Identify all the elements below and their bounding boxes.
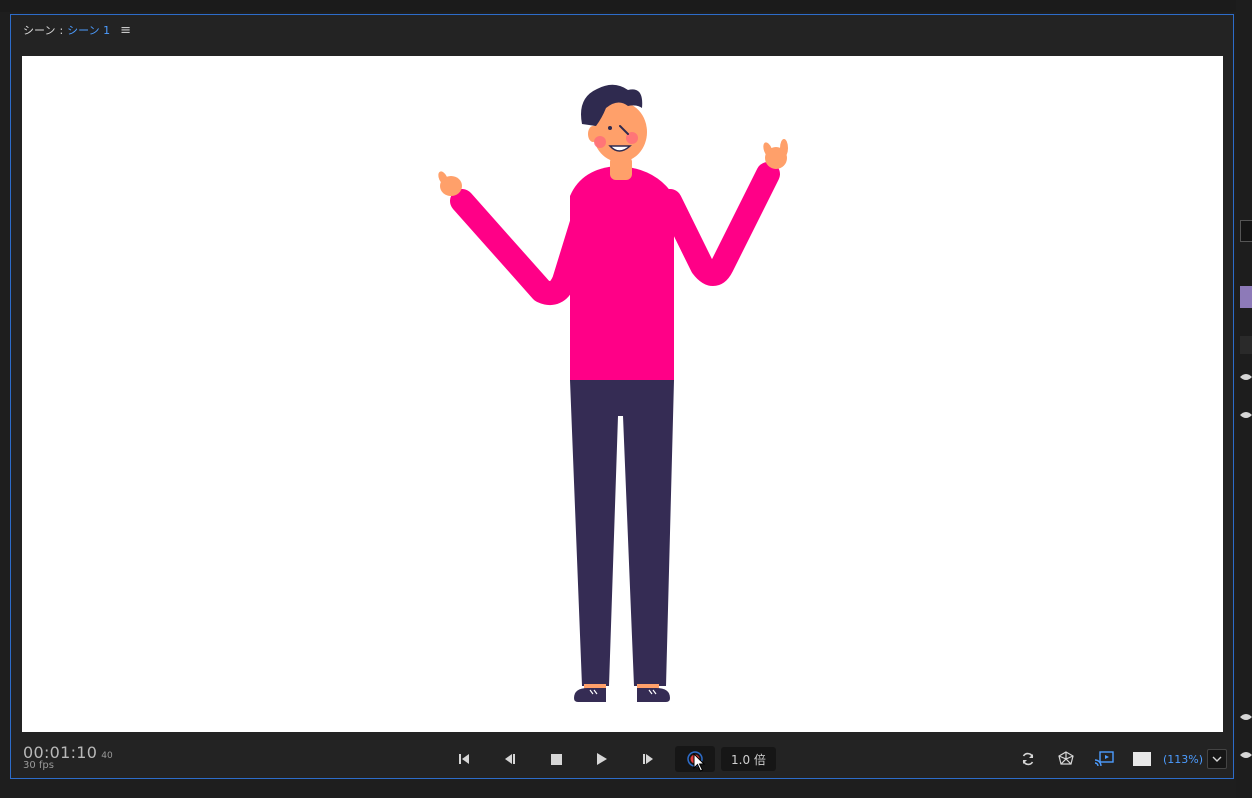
- timecode: 00:01:10 40 30 fps: [23, 743, 113, 771]
- chevron-down-icon: [1212, 756, 1222, 762]
- edge-chevron[interactable]: [1240, 336, 1252, 354]
- right-arm: [658, 162, 780, 286]
- timecode-frame: 40: [101, 751, 113, 761]
- cast-button[interactable]: [1085, 745, 1123, 773]
- character-illustration: [438, 84, 788, 702]
- refresh-button[interactable]: [1009, 745, 1047, 773]
- head: [581, 84, 647, 162]
- jump-to-start-icon: [459, 754, 469, 764]
- pants: [570, 380, 674, 686]
- jump-to-start-button[interactable]: [441, 745, 487, 773]
- zoom-level[interactable]: (113%): [1163, 753, 1203, 766]
- background-swatch-button[interactable]: [1123, 745, 1161, 773]
- panel-header: シーン : シーン 1 ≡: [23, 21, 131, 39]
- view-tools: (113%): [1009, 745, 1227, 773]
- background-swatch-icon: [1132, 752, 1151, 766]
- playback-bar: 00:01:10 40 30 fps 1.0 倍 (113%): [11, 737, 1233, 779]
- record-button[interactable]: [675, 746, 715, 772]
- stop-icon: [550, 753, 562, 765]
- step-forward-icon: [643, 754, 653, 764]
- step-back-icon: [505, 754, 515, 764]
- scene-canvas[interactable]: [22, 56, 1223, 732]
- eye-icon[interactable]: [1240, 406, 1252, 418]
- refresh-icon: [1022, 752, 1034, 766]
- right-shoe: [637, 688, 670, 702]
- transport-controls: 1.0 倍: [441, 745, 776, 773]
- scene-name[interactable]: シーン 1: [67, 22, 110, 38]
- shirt: [570, 166, 674, 381]
- stop-button[interactable]: [533, 745, 579, 773]
- eye-icon[interactable]: [1240, 708, 1252, 720]
- top-strip: [0, 0, 1252, 12]
- mesh-icon: [1058, 751, 1074, 765]
- zoom-dropdown[interactable]: [1207, 749, 1227, 769]
- play-icon: [597, 753, 607, 765]
- mouse-cursor-icon: [693, 753, 706, 772]
- step-forward-button[interactable]: [625, 745, 671, 773]
- left-shoe: [574, 688, 606, 702]
- edge-swatch: [1240, 286, 1252, 308]
- eye-icon[interactable]: [1240, 368, 1252, 380]
- eye-icon[interactable]: [1240, 746, 1252, 758]
- play-button[interactable]: [579, 745, 625, 773]
- panel-label: シーン: [23, 24, 56, 37]
- hamburger-menu-icon[interactable]: ≡: [120, 23, 131, 38]
- panel-separator: :: [59, 23, 64, 37]
- mesh-button[interactable]: [1047, 745, 1085, 773]
- left-arm: [450, 189, 596, 305]
- edge-field[interactable]: [1240, 220, 1252, 242]
- adjacent-panel-edge: [1236, 0, 1252, 798]
- step-back-button[interactable]: [487, 745, 533, 773]
- scene-panel: シーン : シーン 1 ≡ 00:01:10 40 30 fps 1.0 倍 (…: [10, 14, 1234, 779]
- speed-selector[interactable]: 1.0 倍: [721, 747, 776, 771]
- cast-icon: [1094, 751, 1114, 767]
- left-hand: [438, 171, 462, 196]
